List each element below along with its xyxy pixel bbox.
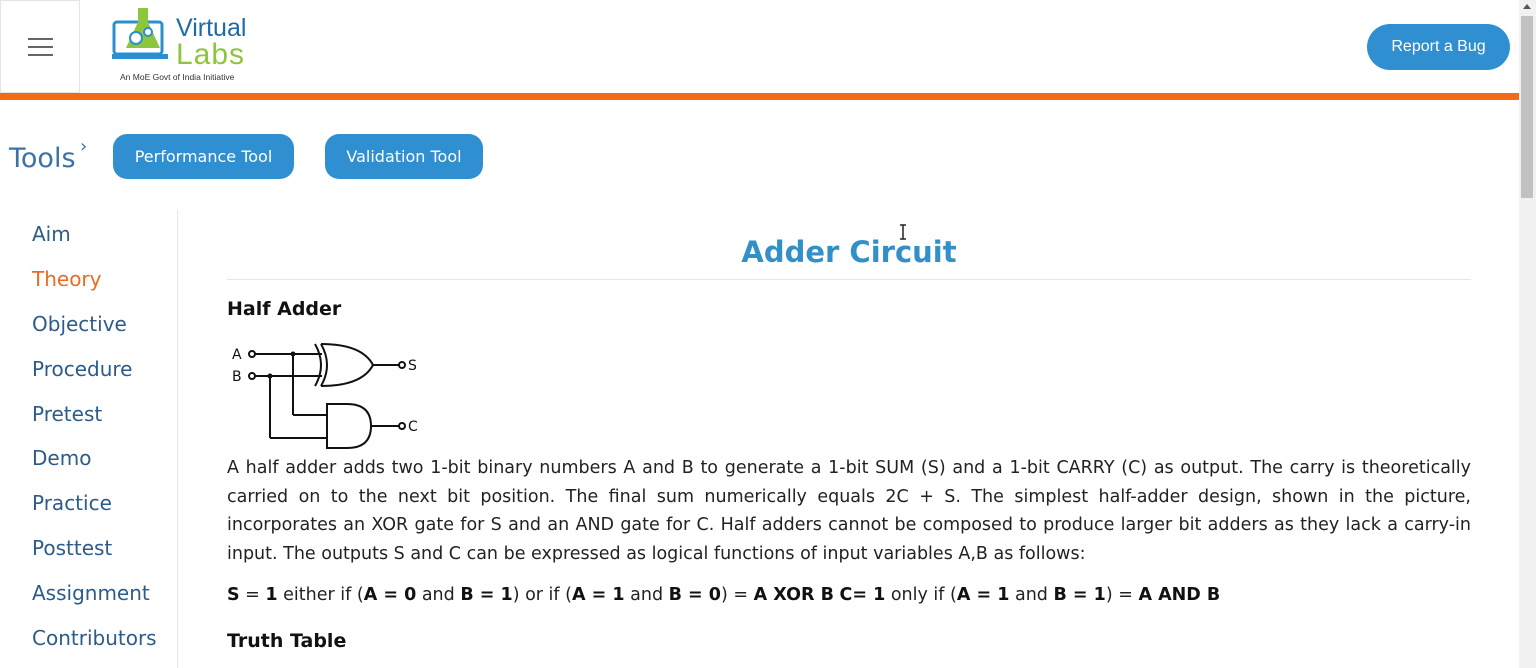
page: Virtual Labs An MoE Govt of India Initia…	[0, 0, 1536, 668]
sidebar-item-aim[interactable]: Aim	[32, 222, 71, 246]
tools-label: Tools	[9, 143, 76, 174]
sidebar-item-pretest[interactable]: Pretest	[32, 402, 102, 426]
sidebar-item-theory[interactable]: Theory	[32, 267, 102, 291]
report-bug-button[interactable]: Report a Bug	[1367, 24, 1510, 70]
logo-tagline: An MoE Govt of India Initiative	[120, 72, 235, 82]
circuit-label-a: A	[232, 347, 242, 363]
virtual-labs-logo[interactable]: Virtual Labs An MoE Govt of India Initia…	[110, 8, 255, 84]
sidebar-nav: Aim Theory Objective Procedure Pretest D…	[0, 210, 178, 668]
chevron-right-icon: ›	[80, 136, 88, 157]
half-adder-circuit-diagram: A B S C	[232, 343, 418, 449]
scroll-up-arrow-icon[interactable]	[1523, 4, 1531, 9]
sidebar-item-objective[interactable]: Objective	[32, 312, 127, 336]
lab-flask-icon	[112, 8, 168, 59]
logic-equation: S = 1 either if (A = 0 and B = 1) or if …	[227, 585, 1221, 605]
sidebar-item-assignment[interactable]: Assignment	[32, 581, 150, 605]
title-divider	[227, 279, 1471, 280]
theory-paragraph: A half adder adds two 1-bit binary numbe…	[227, 458, 1471, 565]
sidebar-item-contributors[interactable]: Contributors	[32, 626, 157, 650]
hamburger-icon	[27, 37, 53, 56]
sidebar-item-procedure[interactable]: Procedure	[32, 357, 133, 381]
header: Virtual Labs An MoE Govt of India Initia…	[0, 0, 1519, 93]
sidebar-item-practice[interactable]: Practice	[32, 491, 112, 515]
header-divider	[0, 93, 1519, 100]
circuit-label-c: C	[408, 419, 418, 435]
validation-tool-button[interactable]: Validation Tool	[325, 134, 483, 179]
circuit-label-s: S	[408, 358, 417, 374]
sidebar-item-posttest[interactable]: Posttest	[32, 536, 112, 560]
sidebar-item-demo[interactable]: Demo	[32, 446, 91, 470]
page-title: Adder Circuit	[741, 235, 957, 269]
circuit-label-b: B	[232, 369, 242, 385]
performance-tool-button[interactable]: Performance Tool	[113, 134, 294, 179]
scrollbar-thumb[interactable]	[1521, 16, 1533, 198]
text-cursor-icon	[900, 224, 906, 240]
half-adder-heading: Half Adder	[227, 298, 342, 320]
vertical-scrollbar[interactable]	[1519, 0, 1536, 668]
truth-table-heading: Truth Table	[227, 630, 347, 652]
menu-button[interactable]	[0, 0, 80, 93]
logo-title-labs: Labs	[176, 38, 246, 71]
